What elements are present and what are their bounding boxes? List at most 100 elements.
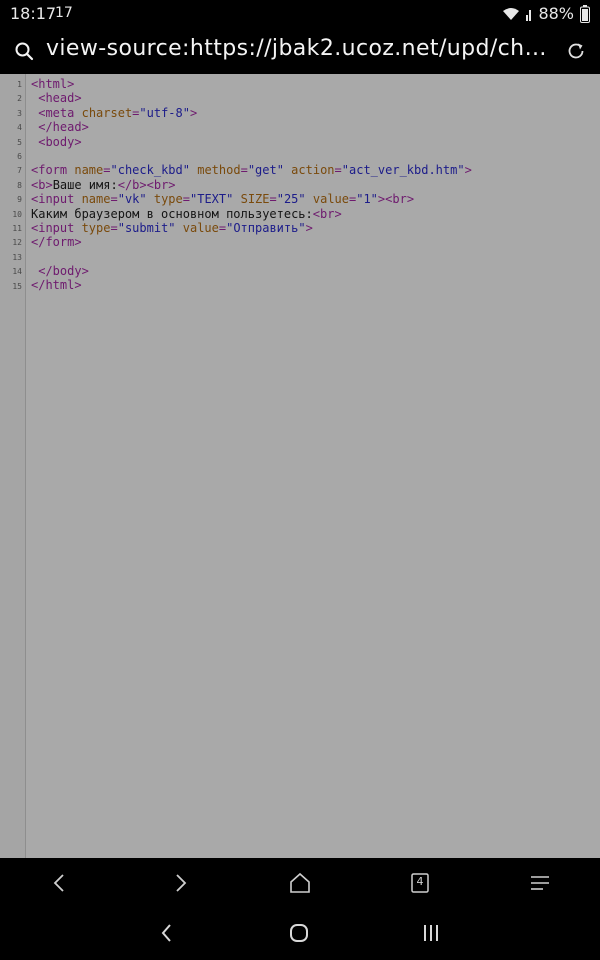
line-number: 13 — [12, 252, 22, 262]
source-token-val: "Отправить" — [226, 220, 306, 235]
source-token-tag: <body> — [38, 134, 82, 149]
reload-icon[interactable] — [566, 41, 586, 61]
source-token-val: "act_ver_kbd.htm" — [341, 163, 465, 178]
source-line — [31, 250, 472, 264]
source-token-tag: </html> — [31, 278, 82, 293]
source-token-tag: > — [464, 163, 472, 178]
system-home-icon[interactable] — [286, 920, 312, 946]
source-token-val: "25" — [276, 192, 306, 207]
line-number: 6 — [17, 152, 22, 161]
source-token-val: "1" — [356, 192, 378, 207]
source-line: <html> — [31, 77, 472, 91]
source-token-tag: = — [103, 163, 111, 178]
battery-percentage: 88% — [538, 4, 574, 23]
browser-toolbar: 4 — [0, 858, 600, 908]
source-token-tag: = — [269, 192, 277, 207]
source-token-tag — [147, 192, 154, 206]
source-line: </html> — [31, 278, 472, 292]
source-token-tag: <head> — [38, 91, 82, 106]
source-token-text: Ваше имя: — [52, 177, 118, 192]
url-bar: view-source:https://jbak2.ucoz.net/upd/c… — [0, 30, 600, 74]
line-number-gutter: 1 2 3 4 5 6 7 8 9 10 11 12 13 14 15 — [0, 74, 26, 858]
wifi-icon — [503, 7, 520, 20]
source-line: <input name="vk" type="TEXT" SIZE="25" v… — [31, 192, 472, 206]
source-token-tag: </b><br> — [117, 177, 176, 192]
line-number: 4 — [17, 123, 22, 133]
source-token-attr: SIZE — [240, 192, 270, 207]
source-token-tag: <html> — [31, 77, 75, 91]
back-icon[interactable] — [47, 870, 73, 896]
source-token-tag — [176, 221, 183, 235]
line-number: 7 — [17, 166, 22, 176]
line-number: 10 — [12, 209, 22, 219]
source-view[interactable]: 1 2 3 4 5 6 7 8 9 10 11 12 13 14 15 <html> <head> <met… — [0, 74, 600, 858]
source-token-attr: value — [312, 192, 349, 207]
notification-glyph: 17 — [55, 5, 73, 21]
line-number: 2 — [17, 94, 22, 104]
menu-icon[interactable] — [527, 870, 553, 896]
status-bar: 18:17 17 88% — [0, 0, 600, 30]
source-token-val: "get" — [247, 163, 284, 178]
source-token-tag: </body> — [38, 264, 89, 279]
source-token-attr: charset — [81, 105, 133, 120]
system-navigation-bar — [0, 908, 600, 960]
line-number: 9 — [17, 195, 22, 205]
source-line: Каким браузером в основном пользуетесь:<… — [31, 207, 472, 221]
source-token-val: "check_kbd" — [110, 163, 190, 178]
search-icon[interactable] — [14, 41, 34, 61]
source-token-attr: type — [153, 192, 183, 207]
source-line: </head> — [31, 120, 472, 134]
source-token-tag: <b> — [31, 177, 53, 192]
url-field[interactable]: view-source:https://jbak2.ucoz.net/upd/c… — [46, 36, 552, 61]
source-token-val: "TEXT" — [190, 192, 234, 207]
source-token-tag: = — [110, 192, 118, 207]
source-token-text: Каким браузером в основном пользуетесь: — [31, 206, 313, 221]
source-token-tag: = — [240, 163, 248, 178]
source-token-attr: name — [81, 192, 111, 207]
source-token-tag: <form — [31, 163, 75, 178]
line-number: 12 — [12, 238, 22, 248]
source-line: <head> — [31, 91, 472, 105]
source-token-tag: <br> — [312, 206, 342, 221]
source-token-attr: value — [182, 220, 219, 235]
source-line: </body> — [31, 264, 472, 278]
battery-icon — [580, 4, 590, 23]
home-icon[interactable] — [287, 870, 313, 896]
source-token-tag: </form> — [31, 235, 82, 250]
source-token-tag: = — [110, 220, 118, 235]
line-number: 8 — [17, 180, 22, 190]
source-token-tag — [233, 192, 240, 206]
source-line: <b>Ваше имя:</b><br> — [31, 178, 472, 192]
source-token-tag: <input — [31, 192, 82, 207]
source-token-tag: > — [305, 220, 313, 235]
line-number: 3 — [17, 108, 22, 118]
line-number: 15 — [12, 281, 22, 291]
source-token-val: "submit" — [117, 220, 176, 235]
tab-count: 4 — [416, 875, 424, 888]
line-number: 1 — [17, 80, 22, 89]
source-token-val: "vk" — [117, 192, 147, 207]
source-line: <input type="submit" value="Отправить"> — [31, 221, 472, 235]
source-token-tag: <input — [31, 220, 82, 235]
source-token-tag: <meta — [38, 105, 82, 120]
source-token-tag: > — [189, 105, 198, 120]
system-back-icon[interactable] — [154, 920, 180, 946]
source-token-tag — [306, 192, 313, 206]
notification-icon: 17 — [55, 5, 73, 21]
status-time: 18:17 — [10, 4, 57, 23]
source-token-tag: ><br> — [377, 192, 415, 207]
source-token-attr: method — [197, 163, 241, 178]
source-line: <body> — [31, 135, 472, 149]
source-token-tag: = — [334, 163, 342, 178]
source-token-attr: type — [81, 220, 111, 235]
source-token-val: "utf-8" — [139, 105, 190, 120]
tabs-button[interactable]: 4 — [407, 870, 433, 896]
forward-icon[interactable] — [167, 870, 193, 896]
source-code: <html> <head> <meta charset="utf-8"> </h… — [31, 77, 472, 293]
line-number: 11 — [12, 224, 22, 233]
status-icons: 88% — [502, 4, 590, 23]
recents-icon[interactable] — [418, 920, 444, 946]
source-line — [31, 149, 472, 163]
source-line: <form name="check_kbd" method="get" acti… — [31, 163, 472, 177]
source-line: <meta charset="utf-8"> — [31, 106, 472, 120]
